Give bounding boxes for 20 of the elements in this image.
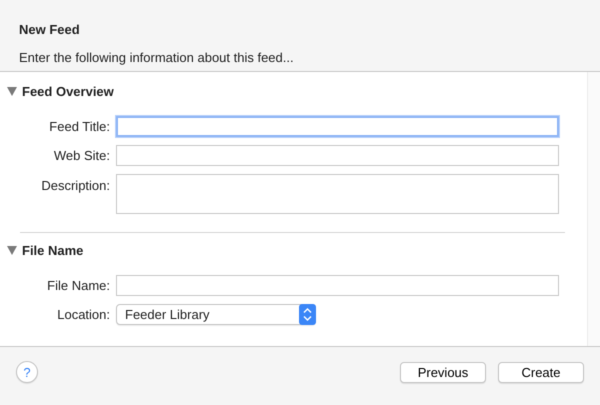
- text-field[interactable]: [116, 145, 559, 166]
- stepper-arrows-icon: [299, 304, 316, 325]
- disclosure-triangle-icon[interactable]: [7, 86, 17, 96]
- dialog-subtitle: Enter the following information about this feed...: [19, 50, 295, 65]
- text-field[interactable]: [116, 275, 559, 296]
- disclosure-triangle-icon[interactable]: [7, 246, 17, 254]
- field-label: Feed Title:: [48, 119, 111, 134]
- text-area[interactable]: [116, 174, 559, 214]
- field-label: Description:: [40, 177, 111, 193]
- text-field[interactable]: [116, 116, 559, 137]
- dialog-button[interactable]: Previous: [400, 362, 486, 382]
- dialog-button[interactable]: Create: [498, 362, 584, 382]
- dialog-title: New Feed: [19, 22, 81, 37]
- field-label: Location:: [56, 307, 111, 322]
- field-label: File Name:: [46, 278, 111, 293]
- field-label: Web Site:: [52, 148, 111, 163]
- help-button[interactable]: ?: [16, 361, 38, 383]
- section-title: Feed Overview: [22, 84, 114, 98]
- section-title: File Name: [22, 242, 84, 258]
- popup-button[interactable]: Feeder Library: [116, 304, 316, 325]
